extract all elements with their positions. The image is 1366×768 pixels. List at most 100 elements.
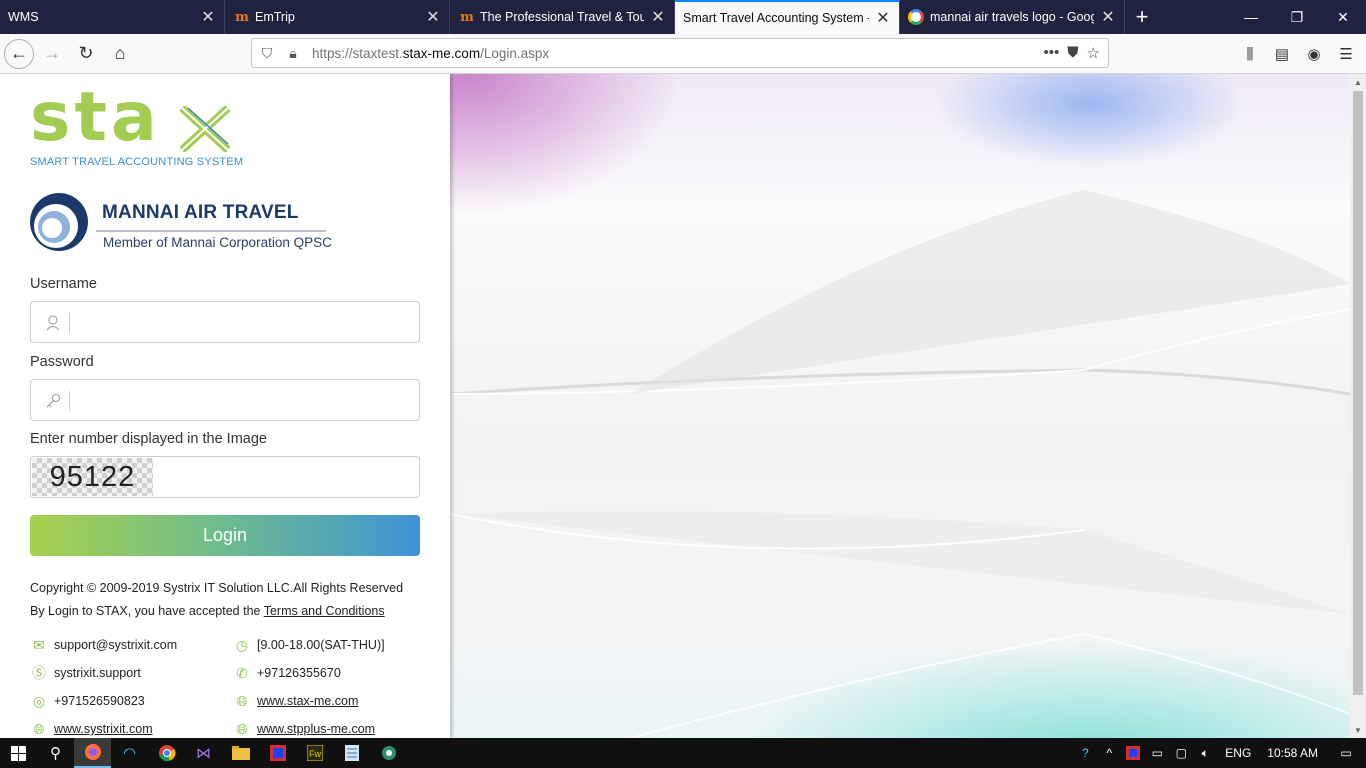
site-link-stpplus[interactable]: www.stpplus-me.com [257,722,375,736]
windows-start-icon[interactable] [0,738,37,768]
tab-emtrip[interactable]: m EmTrip ✕ [225,0,450,34]
close-icon[interactable]: ✕ [200,9,216,26]
google-icon [908,9,924,25]
file-explorer-icon[interactable] [222,738,259,768]
scroll-down-icon[interactable]: ▼ [1350,722,1366,738]
close-icon[interactable]: ✕ [1100,9,1116,26]
m-logo-icon: m [235,9,249,25]
fireworks-icon[interactable]: Fw [296,738,333,768]
tab-title: The Professional Travel & Tours [480,10,644,24]
skype-icon: Ⓢ [32,665,46,681]
window-controls: — ❐ ✕ [1228,0,1366,34]
scroll-up-icon[interactable]: ▲ [1350,74,1366,90]
site-link-systrix[interactable]: www.systrixit.com [54,722,153,736]
terms-text: By Login to STAX, you have accepted the … [30,604,385,618]
chevron-up-icon[interactable]: ^ [1097,738,1121,768]
tab-title: EmTrip [255,10,295,24]
company-name: MANNAI AIR TRAVEL [102,202,299,223]
restore-icon[interactable]: ❐ [1274,0,1320,34]
forward-icon[interactable]: → [36,38,68,70]
input-separator [69,313,70,333]
volume-icon[interactable]: 🔈︎ [1193,738,1217,768]
address-bar[interactable]: ⛉ 🔒︎ https://staxtest.stax-me.com/Login.… [251,38,1109,68]
vertical-scrollbar[interactable]: ▲ ▼ [1350,74,1366,738]
firefox-icon[interactable] [74,738,111,768]
menu-icon[interactable]: ☰ [1332,40,1360,68]
user-icon [43,313,63,333]
username-label: Username [30,276,97,292]
captcha-field[interactable]: 95122 [30,456,420,498]
reload-icon[interactable]: ↻ [70,38,102,70]
wifi-icon[interactable]: ◠ [111,738,148,768]
notepad-icon[interactable] [333,738,370,768]
tab-title: mannai air travels logo - Googl [930,10,1094,24]
chrome-icon[interactable] [148,738,185,768]
library-icon[interactable]: ⫼ [1236,40,1264,68]
captcha-label: Enter number displayed in the Image [30,431,267,447]
svg-text:Fw: Fw [309,749,321,759]
globe-icon: 🌐︎ [33,720,45,737]
visual-studio-icon[interactable]: ⋈ [185,738,222,768]
tab-title: WMS [8,10,39,24]
close-icon[interactable]: ✕ [650,9,666,26]
sidebar-icon[interactable]: ▤ [1268,40,1296,68]
contact-skype: Ⓢ systrixit.support [32,665,141,681]
login-panel: sta SMART TRAVEL ACCOUNTING SYSTEM MANNA… [0,74,450,738]
contact-whatsapp: ◎ +971526590823 [30,692,145,710]
home-icon[interactable]: ⌂ [104,38,136,70]
paint-app-icon[interactable] [259,738,296,768]
contact-site-systrix: 🌐︎ www.systrixit.com [30,720,153,738]
stax-x-mark-icon [180,106,230,152]
mannai-circle-icon [30,193,88,251]
clock[interactable]: 10:58 AM [1259,746,1326,760]
lock-icon[interactable]: 🔒︎ [282,39,304,67]
browser-toolbar: ← → ↻ ⌂ ⛉ 🔒︎ https://staxtest.stax-me.co… [0,34,1366,74]
close-icon[interactable]: ✕ [875,10,891,27]
tab-professional-travel[interactable]: m The Professional Travel & Tours ✕ [450,0,675,34]
terms-link[interactable]: Terms and Conditions [264,604,385,618]
new-tab-icon[interactable]: + [1125,0,1159,34]
language-indicator[interactable]: ENG [1217,746,1259,760]
contact-email: ✉ support@systrixit.com [30,636,177,654]
m-logo-icon: m [460,9,474,25]
notification-icon[interactable]: ▭ [1326,738,1366,768]
system-tray: ? ^ ▭ ▢ 🔈︎ ENG 10:58 AM ▭ [1073,738,1366,768]
more-actions-icon[interactable]: ••• [1044,44,1060,62]
company-subtitle: Member of Mannai Corporation QPSC [103,235,332,250]
globe-icon: 🌐︎ [236,692,248,709]
tray-app-icon[interactable] [1121,738,1145,768]
network-app-icon[interactable] [370,738,407,768]
browser-tab-strip: WMS ✕ m EmTrip ✕ m The Professional Trav… [0,0,1366,34]
battery-icon[interactable]: ▭ [1145,738,1169,768]
account-icon[interactable]: ◉ [1300,40,1328,68]
close-icon[interactable]: ✕ [425,9,441,26]
phone-icon: ✆ [236,664,248,681]
search-icon[interactable]: ⚲ [37,738,74,768]
password-label: Password [30,354,94,370]
copyright-block: Copyright © 2009-2019 Systrix IT Solutio… [30,577,403,623]
url-text[interactable]: https://staxtest.stax-me.com/Login.aspx [312,46,1044,61]
pocket-icon[interactable]: ⛊ [1067,44,1078,62]
stax-logo: sta SMART TRAVEL ACCOUNTING SYSTEM [30,78,244,168]
close-window-icon[interactable]: ✕ [1320,0,1366,34]
whatsapp-icon: ◎ [32,692,46,709]
back-icon[interactable]: ← [4,38,34,69]
site-link-stax[interactable]: www.stax-me.com [257,694,358,708]
network-icon[interactable]: ▢ [1169,738,1193,768]
tab-stax-active[interactable]: Smart Travel Accounting System - S ✕ [675,0,900,34]
shield-icon[interactable]: ⛉ [256,39,278,67]
password-field[interactable] [30,379,420,421]
logo-divider [96,230,326,232]
username-field[interactable] [30,301,420,343]
bookmark-star-icon[interactable]: ☆ [1087,44,1100,62]
tab-wms[interactable]: WMS ✕ [0,0,225,34]
tab-google-search[interactable]: mannai air travels logo - Googl ✕ [900,0,1125,34]
clock-icon: ◷ [235,636,249,653]
minimize-icon[interactable]: — [1228,0,1274,34]
contact-site-stax: 🌐︎ www.stax-me.com [233,692,358,710]
tab-title: Smart Travel Accounting System - S [683,11,869,25]
scroll-thumb[interactable] [1353,91,1363,695]
help-icon[interactable]: ? [1073,738,1097,768]
mail-icon: ✉ [33,636,45,653]
login-button[interactable]: Login [30,515,420,556]
